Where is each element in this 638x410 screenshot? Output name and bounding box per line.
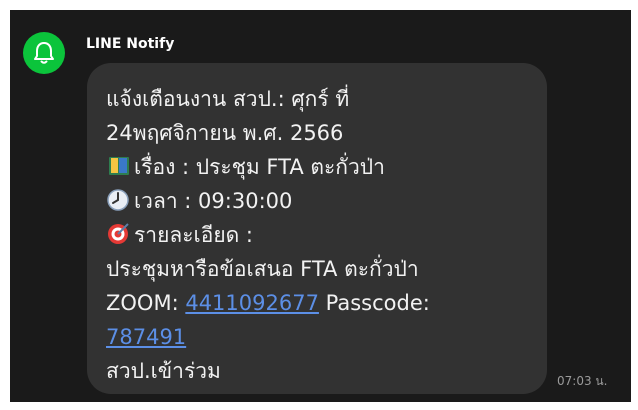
bell-icon xyxy=(34,42,54,64)
target-icon xyxy=(108,223,129,244)
message-line-closing: สวป.เข้าร่วม xyxy=(106,359,221,383)
message-line-topic: เรื่อง : ประชุม FTA ตะกั่วป่า xyxy=(106,150,533,184)
sender-name: LINE Notify xyxy=(86,36,175,52)
zoom-label: ZOOM: xyxy=(106,291,179,315)
zoom-id-link[interactable]: 4411092677 xyxy=(185,291,319,315)
message-text: แจ้งเตือนงาน สวป.: ศุกร์ ที่ 24พฤศจิกายน… xyxy=(106,82,533,388)
clock-icon xyxy=(107,189,129,211)
line-notify-avatar[interactable] xyxy=(23,32,65,74)
message-line-zoom: ZOOM: 4411092677 Passcode: xyxy=(106,286,533,320)
passcode-link[interactable]: 787491 xyxy=(106,325,186,349)
message-bubble[interactable]: แจ้งเตือนงาน สวป.: ศุกร์ ที่ 24พฤศจิกายน… xyxy=(87,63,547,394)
message-line-date: 24พฤศจิกายน พ.ศ. 2566 xyxy=(106,121,344,145)
book-icon xyxy=(109,157,129,175)
topic-text: เรื่อง : ประชุม FTA ตะกั่วป่า xyxy=(134,155,385,179)
time-text: เวลา : 09:30:00 xyxy=(134,189,293,213)
message-line-detail-label: รายละเอียด : xyxy=(106,218,533,252)
message-timestamp: 07:03 น. xyxy=(557,374,608,388)
detail-label: รายละเอียด : xyxy=(134,223,254,247)
message-line-time: เวลา : 09:30:00 xyxy=(106,184,533,218)
message-line-passcode: 787491 xyxy=(106,320,533,354)
message-line-title: แจ้งเตือนงาน สวป.: ศุกร์ ที่ xyxy=(106,87,350,111)
message-line-detail: ประชุมหารือข้อเสนอ FTA ตะกั่วป่า xyxy=(106,257,419,281)
passcode-label: Passcode: xyxy=(325,291,430,315)
